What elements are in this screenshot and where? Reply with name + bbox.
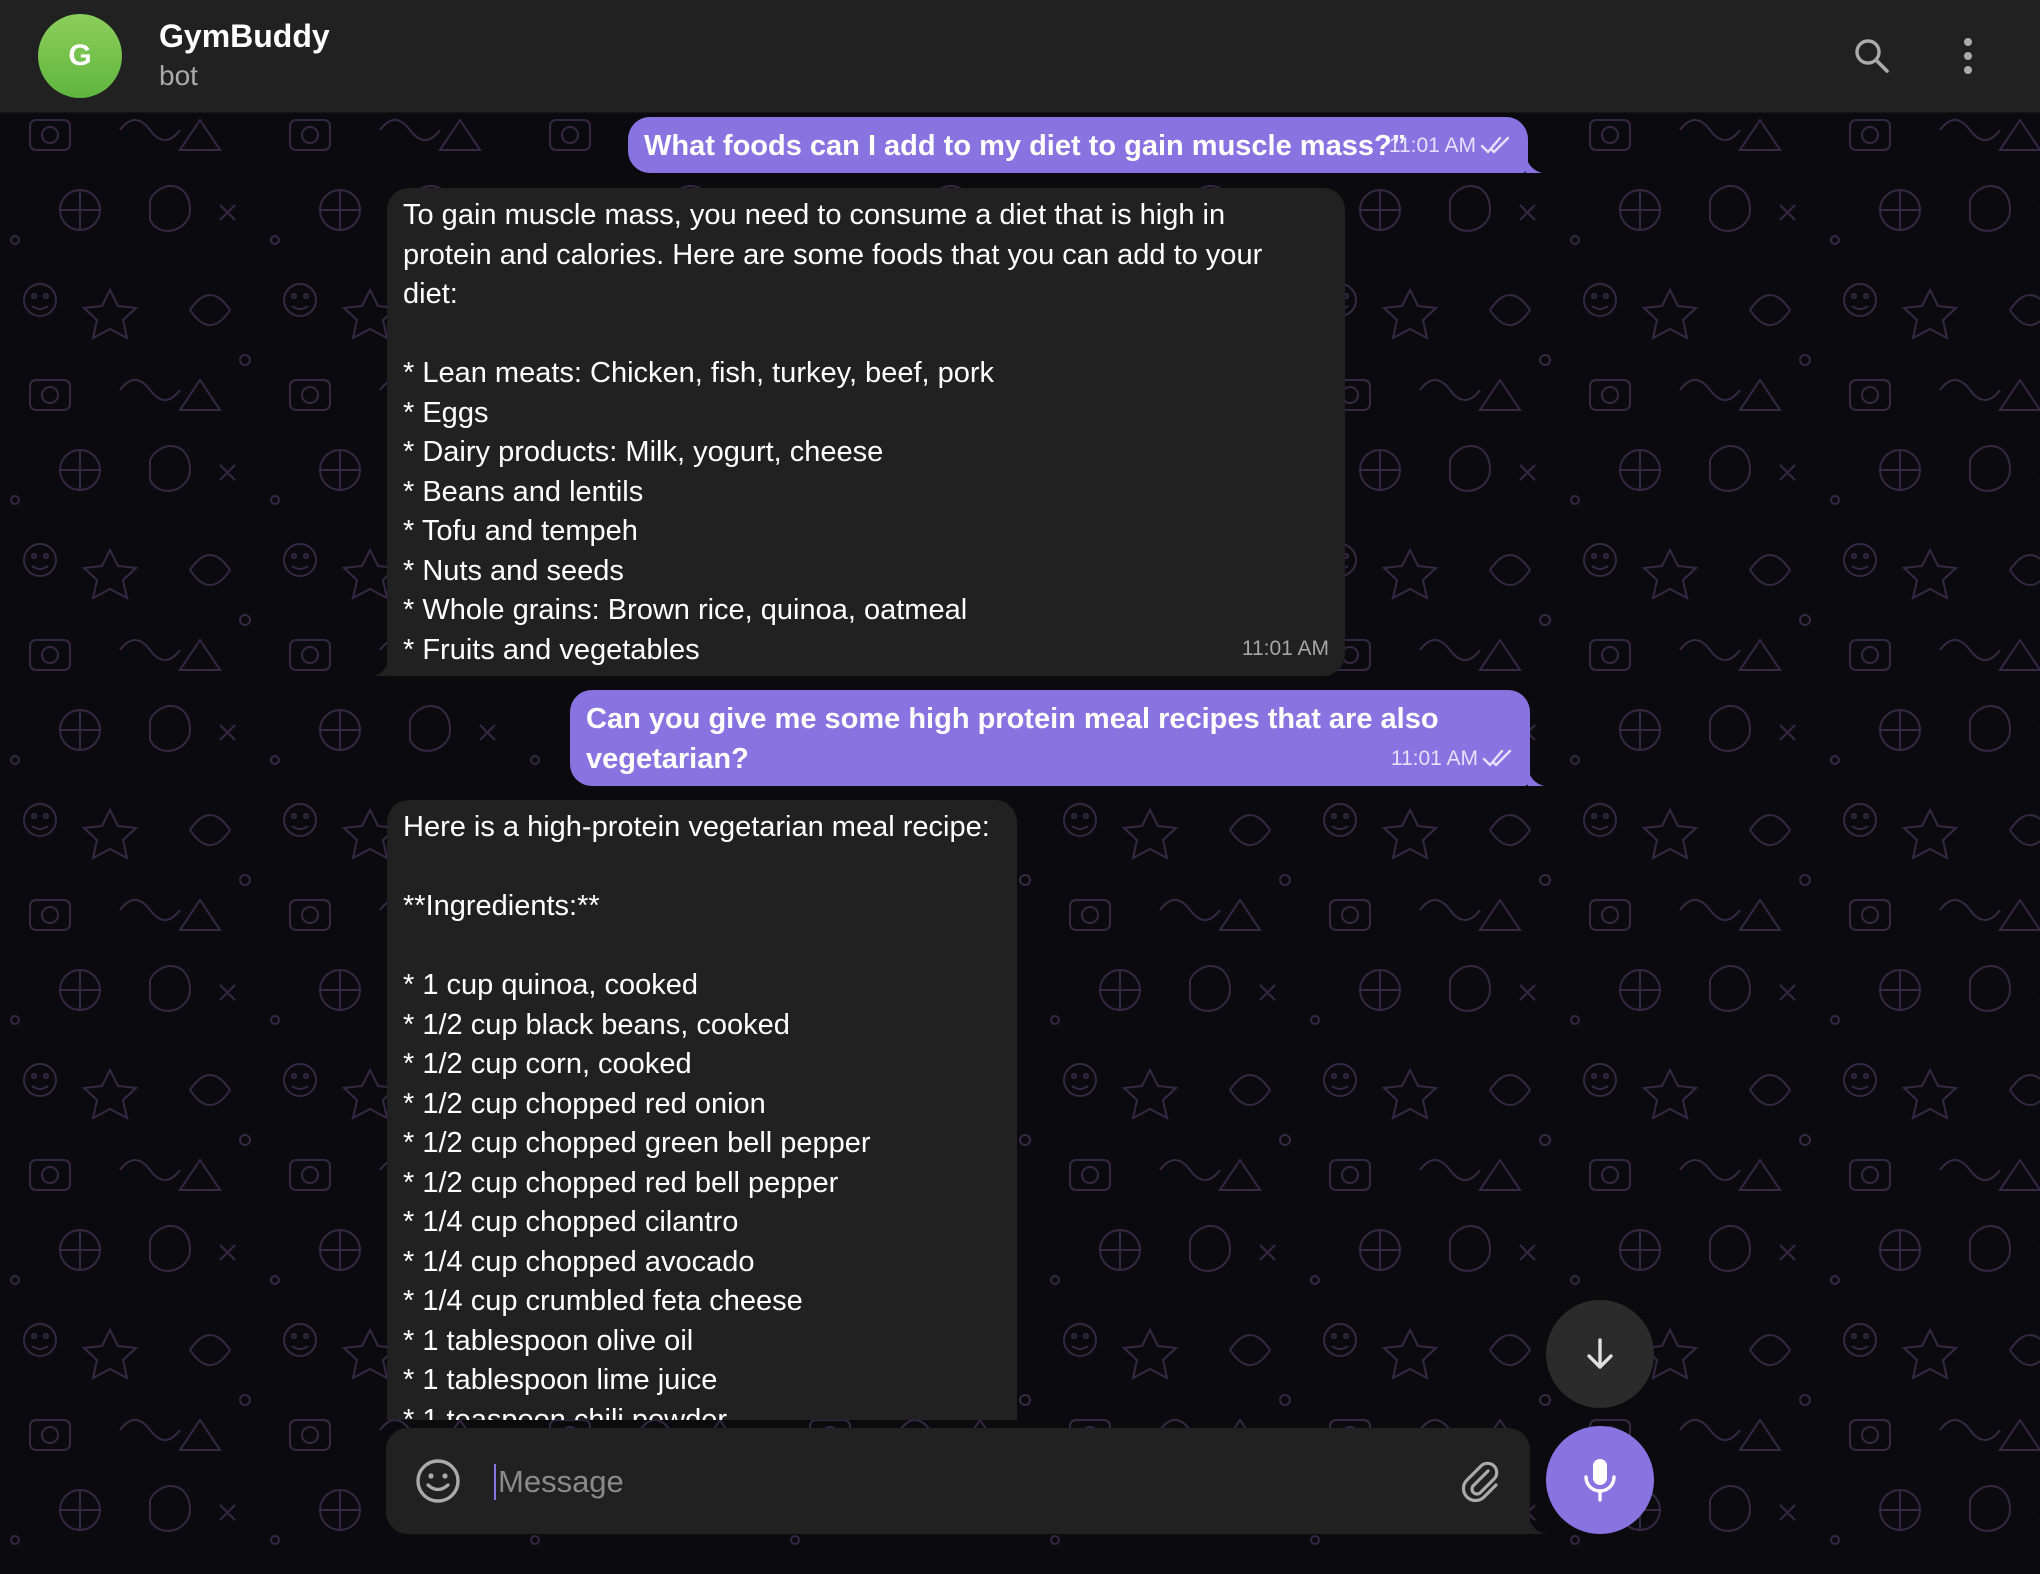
incoming-message[interactable]: Here is a high-protein vegetarian meal r…	[387, 800, 1017, 1420]
more-options-button[interactable]	[1940, 28, 1996, 84]
composer-tail	[1528, 1514, 1546, 1534]
outgoing-message[interactable]: Can you give me some high protein meal r…	[570, 690, 1544, 786]
more-vertical-icon	[1964, 38, 1972, 74]
search-icon	[1855, 39, 1889, 73]
message-text: Here is a high-protein vegetarian meal r…	[403, 811, 990, 1420]
chat-subtitle: bot	[159, 60, 198, 91]
bubble-tail	[373, 658, 389, 676]
emoji-icon	[416, 1459, 460, 1503]
chat-title[interactable]: GymBuddy	[159, 18, 330, 55]
attach-button[interactable]	[1452, 1453, 1508, 1509]
message-input[interactable]	[496, 1456, 1320, 1508]
paperclip-icon	[1461, 1461, 1499, 1503]
message-text: To gain muscle mass, you need to consume…	[403, 199, 1263, 666]
message-text: Can you give me some high protein meal r…	[586, 703, 1439, 775]
message-meta: 11:01 AM	[1391, 739, 1514, 779]
microphone-icon	[1584, 1459, 1616, 1502]
outgoing-message[interactable]: What foods can I add to my diet to gain …	[628, 117, 1542, 173]
double-check-icon	[1482, 750, 1512, 767]
message-time: 11:01 AM	[1388, 133, 1476, 157]
arrow-down-icon	[1587, 1338, 1613, 1369]
double-check-icon	[1480, 137, 1510, 154]
message-meta: 11:01 AM	[1389, 126, 1512, 166]
search-button[interactable]	[1844, 28, 1900, 84]
message-time: 11:01 AM	[1390, 746, 1478, 770]
bubble-tail	[1526, 155, 1542, 173]
scroll-to-bottom-button[interactable]	[1546, 1300, 1654, 1408]
message-meta: 11:01 AM	[1242, 629, 1329, 669]
incoming-message[interactable]: To gain muscle mass, you need to consume…	[373, 188, 1345, 676]
voice-message-button[interactable]	[1546, 1426, 1654, 1534]
message-composer	[386, 1428, 1546, 1534]
chat-header: G GymBuddy bot	[0, 0, 2040, 113]
message-time: 11:01 AM	[1241, 636, 1329, 660]
bubble-tail	[1528, 768, 1544, 786]
emoji-button[interactable]	[410, 1453, 466, 1509]
avatar[interactable]: G	[38, 14, 122, 98]
message-text: What foods can I add to my diet to gain …	[644, 130, 1407, 162]
